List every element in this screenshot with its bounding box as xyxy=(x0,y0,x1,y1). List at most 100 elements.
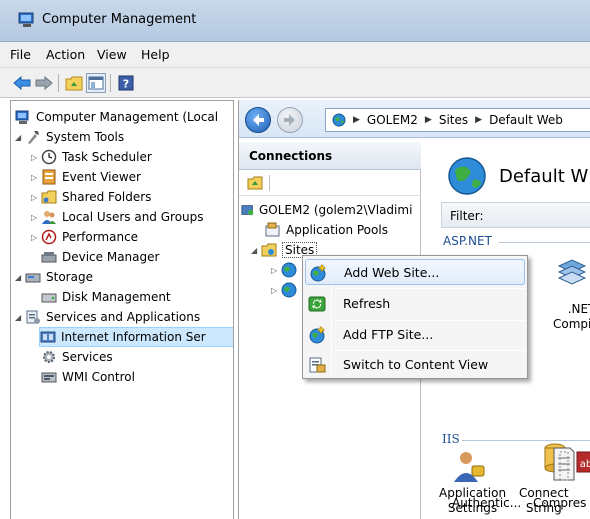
add-web-site-icon xyxy=(310,264,326,282)
compression-icon xyxy=(553,447,575,481)
tree-item-device-manager[interactable]: Device Manager xyxy=(41,247,159,267)
expanded-triangle-icon[interactable]: ◢ xyxy=(15,273,25,282)
device-manager-icon xyxy=(41,252,57,263)
wmi-icon xyxy=(41,372,57,383)
filter-bar[interactable]: Filter: xyxy=(441,202,590,228)
forward-button[interactable] xyxy=(34,73,54,93)
tree-item-storage[interactable]: ◢ Storage xyxy=(15,267,93,287)
back-arrow-icon xyxy=(253,114,264,126)
filter-label: Filter: xyxy=(450,209,484,223)
tree-item-services-applications[interactable]: ◢ Services and Applications xyxy=(15,307,200,327)
back-button[interactable] xyxy=(12,73,32,93)
tree-label: Computer Management (Local xyxy=(36,110,219,124)
svg-text:ab: ab xyxy=(580,459,590,470)
menu-separator xyxy=(335,350,525,351)
tree-item-system-tools[interactable]: ◢ System Tools xyxy=(15,127,124,147)
toolbar-separator xyxy=(269,175,270,191)
help-button[interactable]: ? xyxy=(116,73,136,93)
folder-up-icon xyxy=(65,76,83,91)
tree-label: System Tools xyxy=(46,130,125,144)
address-field[interactable]: ▶ GOLEM2 ▶ Sites ▶ Default Web xyxy=(325,108,590,132)
tree-label: Shared Folders xyxy=(62,190,152,204)
breadcrumb-site[interactable]: Default Web xyxy=(489,113,563,127)
menu-file[interactable]: File xyxy=(10,47,31,62)
toolbar-separator xyxy=(110,74,111,92)
collapsed-triangle-icon[interactable]: ▷ xyxy=(271,266,281,275)
tree-item-iis[interactable]: Internet Information Ser xyxy=(39,327,233,347)
collapsed-triangle-icon[interactable]: ▷ xyxy=(31,173,41,182)
tree-item-disk-management[interactable]: Disk Management xyxy=(41,287,171,307)
menu-action[interactable]: Action xyxy=(46,47,85,62)
tree-label: Services xyxy=(62,350,113,364)
feature-label: .NET xyxy=(567,302,590,316)
conn-item-application-pools[interactable]: Application Pools xyxy=(265,220,388,240)
clock-icon xyxy=(41,149,57,165)
tree-item-event-viewer[interactable]: ▷ Event Viewer xyxy=(31,167,141,187)
connections-toolbar xyxy=(239,170,421,196)
menu-item-refresh[interactable]: Refresh xyxy=(305,291,525,317)
tree-item-task-scheduler[interactable]: ▷ Task Scheduler xyxy=(31,147,152,167)
disk-icon xyxy=(41,293,57,303)
expanded-triangle-icon[interactable]: ◢ xyxy=(251,246,261,255)
refresh-icon xyxy=(308,296,326,312)
nav-forward-button[interactable] xyxy=(277,107,303,133)
context-menu: Add Web Site... Refresh Add FTP Site... … xyxy=(302,255,528,379)
tree-label: Device Manager xyxy=(62,250,160,264)
group-header-iis[interactable]: IIS xyxy=(442,432,460,446)
globe-icon xyxy=(332,113,346,127)
tree-label: Local Users and Groups xyxy=(62,210,204,224)
collapsed-triangle-icon[interactable]: ▷ xyxy=(31,153,41,162)
expanded-triangle-icon[interactable]: ◢ xyxy=(15,313,25,322)
conn-item-site-1[interactable]: ▷ xyxy=(271,260,302,280)
iis-icon xyxy=(40,331,56,343)
collapsed-triangle-icon[interactable]: ▷ xyxy=(271,286,281,295)
connect-folder-icon[interactable] xyxy=(247,175,263,191)
menu-item-label: Add FTP Site... xyxy=(343,327,434,342)
globe-icon xyxy=(281,282,297,298)
connections-header: Connections xyxy=(239,142,421,170)
menu-separator xyxy=(335,320,525,321)
collapsed-triangle-icon[interactable]: ▷ xyxy=(31,233,41,242)
menu-item-switch-content-view[interactable]: Switch to Content View xyxy=(305,352,525,378)
conn-item-site-2[interactable]: ▷ xyxy=(271,280,302,300)
expanded-triangle-icon[interactable]: ◢ xyxy=(15,133,25,142)
feature-net-compilation[interactable]: .NET Compilati xyxy=(553,302,590,332)
storage-icon xyxy=(25,273,41,283)
svg-text:?: ? xyxy=(123,78,129,91)
tree-label: Services and Applications xyxy=(46,310,201,324)
toolbar: ? xyxy=(0,68,590,98)
tree-item-local-users-groups[interactable]: ▷ Local Users and Groups xyxy=(31,207,204,227)
nav-back-button[interactable] xyxy=(245,107,271,133)
collapsed-triangle-icon[interactable]: ▷ xyxy=(31,213,41,222)
feature-compression[interactable]: Compres xyxy=(533,496,586,511)
address-bar: ▶ GOLEM2 ▶ Sites ▶ Default Web xyxy=(239,100,590,138)
computer-management-icon xyxy=(18,12,34,27)
conn-item-server[interactable]: GOLEM2 (golem2\Vladimi xyxy=(241,200,412,220)
collapsed-triangle-icon[interactable]: ▷ xyxy=(31,193,41,202)
group-header-aspnet[interactable]: ASP.NET xyxy=(443,234,492,248)
tree-item-computer-management[interactable]: Computer Management (Local xyxy=(15,107,218,127)
tree-item-shared-folders[interactable]: ▷ Shared Folders xyxy=(31,187,151,207)
breadcrumb-server[interactable]: GOLEM2 xyxy=(367,113,418,127)
conn-label: Application Pools xyxy=(286,223,388,237)
feature-authentication[interactable]: Authentic... xyxy=(452,496,521,511)
menu-item-add-ftp-site[interactable]: Add FTP Site... xyxy=(305,322,525,348)
menu-help[interactable]: Help xyxy=(141,47,170,62)
menu-item-add-web-site[interactable]: Add Web Site... xyxy=(305,259,525,285)
show-hide-tree-button[interactable] xyxy=(86,73,106,93)
menu-separator xyxy=(335,288,525,289)
server-icon xyxy=(241,205,254,216)
forward-arrow-icon xyxy=(35,76,53,90)
breadcrumb-sites[interactable]: Sites xyxy=(439,113,468,127)
tree-item-services[interactable]: Services xyxy=(41,347,113,367)
back-arrow-icon xyxy=(13,76,31,90)
window-title: Computer Management xyxy=(42,12,197,27)
menu-view[interactable]: View xyxy=(97,47,127,62)
up-folder-button[interactable] xyxy=(64,73,84,93)
tools-icon xyxy=(28,131,39,144)
tree-item-wmi-control[interactable]: WMI Control xyxy=(41,367,135,387)
net-compilation-icon xyxy=(557,259,587,285)
site-globe-icon xyxy=(448,157,486,195)
title-bar: Computer Management xyxy=(0,0,590,42)
tree-item-performance[interactable]: ▷ Performance xyxy=(31,227,138,247)
